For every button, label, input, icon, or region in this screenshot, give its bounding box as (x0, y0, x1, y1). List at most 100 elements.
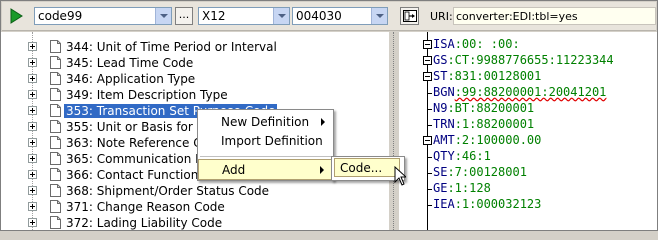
navigate-button[interactable] (400, 7, 419, 25)
browse-button[interactable]: ... (175, 7, 193, 25)
edi-tree-tick (427, 205, 432, 206)
edi-segment-id: N9 (433, 101, 448, 115)
splitter[interactable] (389, 32, 399, 230)
edi-segment-line[interactable]: SE:7:00128001 (433, 165, 527, 179)
edi-segment-data: :CT:9988776655:11223344 (447, 53, 614, 67)
edi-segment-line[interactable]: N9:BT:88200001 (433, 101, 534, 115)
edi-segment-id: AMT (433, 133, 455, 147)
document-icon (50, 152, 61, 165)
collapse-icon[interactable] (423, 72, 432, 81)
expand-icon[interactable] (28, 202, 37, 211)
expand-icon[interactable] (28, 138, 37, 147)
uri-label: URI: (430, 10, 453, 23)
edi-segment-line[interactable]: GS:CT:9988776655:11223344 (433, 53, 614, 67)
edi-segment-line[interactable]: AMT:2:100000.00 (433, 133, 541, 147)
tree-item[interactable]: 372: Lading Liability Code (1, 215, 389, 230)
edi-tree-tick (427, 109, 432, 110)
edi-tree-tick (427, 93, 432, 94)
edi-segment-id: QTY (433, 149, 455, 163)
submenu-arrow-icon (320, 166, 324, 174)
document-icon (50, 168, 61, 181)
edi-segment-line[interactable]: BGN:99:88200001:20041201 (433, 85, 606, 99)
edi-segment-data: :831:00128001 (447, 69, 542, 83)
tree-item[interactable]: 349: Item Description Type (1, 87, 389, 103)
toolbar: code99 ... X12 004030 URI: converter:EDI… (2, 2, 656, 31)
document-icon (50, 216, 61, 229)
menu-item-label: Import Definition (221, 134, 323, 148)
edi-segment-data: :1:128 (447, 181, 491, 195)
expand-icon[interactable] (28, 186, 37, 195)
edi-segment-line[interactable]: GE:1:128 (433, 181, 491, 195)
version-select-value: 004030 (296, 9, 342, 23)
expand-icon[interactable] (28, 218, 37, 227)
edi-segment-line[interactable]: QTY:46:1 (433, 149, 491, 163)
collapse-icon[interactable] (423, 40, 432, 49)
document-icon (50, 104, 61, 117)
edi-segment-data: :99:88200001:20041201 (454, 85, 607, 99)
expand-icon[interactable] (28, 58, 37, 67)
menu-item-new-definition[interactable]: New Definition (198, 112, 333, 133)
standard-select[interactable]: code99 (34, 7, 172, 25)
edi-segment-data: :7:00128001 (447, 165, 527, 179)
document-icon (50, 136, 61, 149)
chevron-down-icon[interactable] (371, 8, 387, 24)
expand-icon[interactable] (28, 42, 37, 51)
edi-segment-line[interactable]: ST:831:00128001 (433, 69, 541, 83)
menu-item-label: Add (222, 163, 246, 177)
document-icon (50, 120, 61, 133)
edi-view: ISA:00: :00: GS:CT:9988776655:11223344 ST:… (399, 32, 657, 230)
tree-item[interactable]: 346: Application Type (1, 71, 389, 87)
edi-segment-id: ST (433, 69, 448, 83)
chevron-down-icon[interactable] (273, 8, 289, 24)
edi-segment-id: IEA (433, 197, 455, 211)
expand-icon[interactable] (28, 90, 37, 99)
edi-segment-line[interactable]: IEA:1:000032123 (433, 197, 541, 211)
document-icon (50, 56, 61, 69)
edi-tree-tick (427, 173, 432, 174)
expand-icon[interactable] (28, 122, 37, 131)
collapse-icon[interactable] (423, 136, 432, 145)
menu-separator (200, 156, 331, 157)
document-icon (50, 72, 61, 85)
tree-item-label: 346: Application Type (66, 72, 196, 86)
document-icon (50, 88, 61, 101)
edi-segment-id: GE (433, 181, 448, 195)
document-icon (50, 40, 61, 53)
format-select[interactable]: X12 (198, 7, 290, 25)
edi-tree-tick (427, 189, 432, 190)
edi-segment-data: :1:000032123 (454, 197, 542, 211)
tree-item-label: 345: Lead Time Code (66, 56, 194, 70)
tree-item-label: 372: Lading Liability Code (66, 216, 223, 230)
expand-icon[interactable] (28, 170, 37, 179)
menu-item-import-definition[interactable]: Import Definition (198, 131, 333, 152)
expand-icon[interactable] (28, 154, 37, 163)
tree-item[interactable]: 368: Shipment/Order Status Code (1, 183, 389, 199)
tree-item[interactable]: 345: Lead Time Code (1, 55, 389, 71)
expand-icon[interactable] (28, 106, 37, 115)
menu-item-add[interactable]: Add (198, 159, 333, 180)
edi-tree-tick (427, 157, 432, 158)
expand-icon[interactable] (28, 74, 37, 83)
submenu-arrow-icon (321, 118, 325, 126)
chevron-down-icon[interactable] (155, 8, 171, 24)
edi-segment-line[interactable]: TRN:1:88200001 (433, 117, 534, 131)
document-icon (50, 200, 61, 213)
edi-segment-data: :1:88200001 (454, 117, 535, 131)
app-window: code99 ... X12 004030 URI: converter:EDI… (0, 0, 658, 231)
edi-segment-data: :BT:88200001 (447, 101, 535, 115)
menu-item-label: Code... (340, 161, 383, 175)
version-select[interactable]: 004030 (292, 7, 388, 25)
tree-item[interactable]: 344: Unit of Time Period or Interval (1, 39, 389, 55)
navigate-icon (403, 10, 417, 22)
uri-field[interactable]: converter:EDI:tbl=yes (453, 7, 656, 25)
edi-segment-line[interactable]: ISA:00: :00: (433, 37, 520, 51)
mouse-cursor-icon (394, 165, 408, 189)
menu-item-label: New Definition (221, 115, 310, 129)
menu-item-code[interactable]: Code... (334, 158, 400, 177)
play-icon[interactable] (7, 7, 25, 25)
collapse-icon[interactable] (423, 56, 432, 65)
tree-item[interactable]: 371: Change Reason Code (1, 199, 389, 215)
tree-item-label: 349: Item Description Type (66, 88, 228, 102)
edi-segment-data: :00: :00: (454, 37, 520, 51)
standard-select-value: code99 (38, 9, 83, 23)
